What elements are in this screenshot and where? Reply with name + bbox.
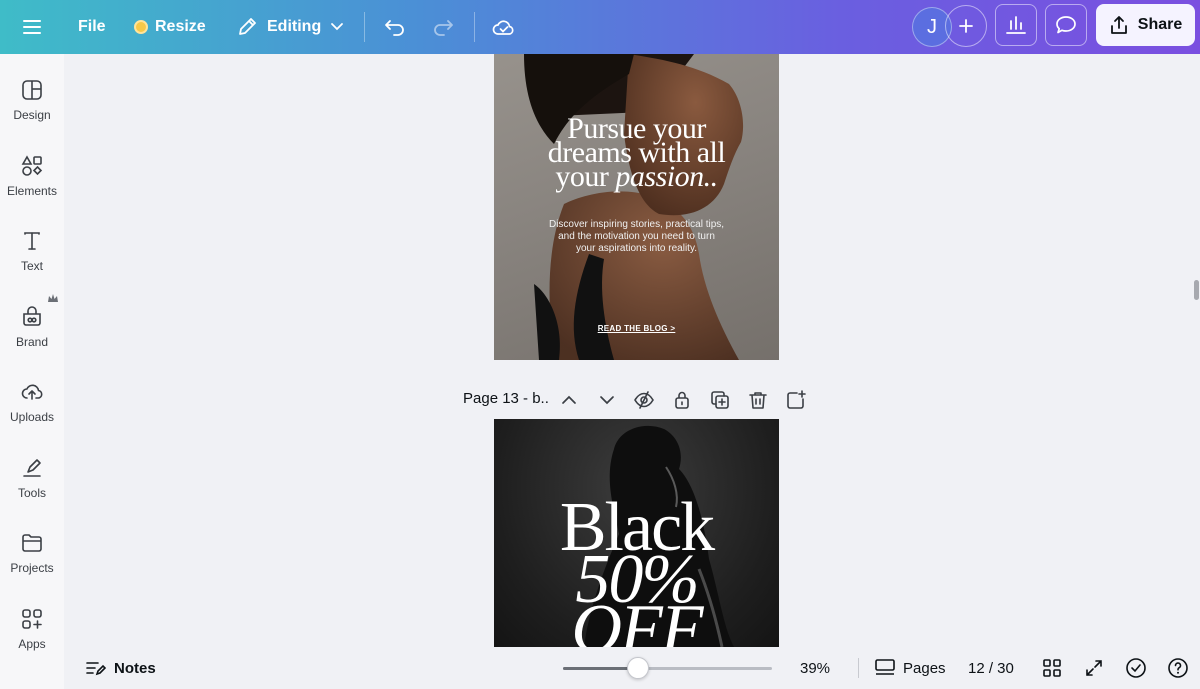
cloud-check-icon (492, 20, 514, 35)
bottom-divider (858, 658, 859, 678)
move-page-down-button[interactable] (596, 386, 618, 414)
text-icon (24, 232, 40, 250)
sidebar-item-label: Elements (6, 184, 58, 198)
menu-button[interactable] (22, 0, 42, 54)
subtext-line-3: your aspirations into reality. (576, 243, 697, 254)
notes-button[interactable]: Notes (86, 647, 156, 689)
avatar-initial: J (927, 15, 937, 38)
design-page-12[interactable]: Pursue your dreams with all your passion… (494, 54, 779, 360)
projects-icon (22, 534, 42, 552)
sidebar-item-brand[interactable]: Brand (0, 293, 64, 363)
toolbar-divider (474, 12, 475, 42)
headline-line-3: your passion.. (494, 162, 779, 192)
sidebar-item-projects[interactable]: Projects (0, 519, 64, 589)
resize-button[interactable]: Resize (134, 0, 206, 54)
hamburger-icon (23, 20, 41, 34)
check-button[interactable] (1125, 647, 1147, 689)
subtext-line-1: Discover inspiring stories, practical ti… (548, 219, 725, 230)
chevron-down-icon (331, 23, 344, 31)
undo-button[interactable] (383, 0, 407, 54)
grid-view-button[interactable] (1042, 647, 1062, 689)
redo-button[interactable] (431, 0, 455, 54)
editing-label: Editing (267, 18, 322, 35)
crown-icon (48, 294, 58, 302)
undo-icon (385, 20, 404, 36)
headline-word-passion: passion.. (615, 160, 718, 193)
sidebar-item-tools[interactable]: Tools (0, 444, 64, 514)
sidebar-item-label: Brand (15, 335, 49, 349)
redo-icon (434, 20, 453, 36)
sidebar-item-label: Apps (18, 637, 46, 651)
notes-label: Notes (114, 659, 156, 677)
pages-label: Pages (903, 659, 946, 677)
chevron-down-icon (600, 396, 614, 405)
sidebar-item-apps[interactable]: Apps (0, 595, 64, 665)
grid-icon (1043, 659, 1061, 677)
sidebar-item-uploads[interactable]: Uploads (0, 368, 64, 438)
lock-page-button[interactable] (671, 386, 693, 414)
comment-icon (1056, 16, 1076, 34)
fullscreen-button[interactable] (1084, 647, 1104, 689)
comments-button[interactable] (1045, 4, 1087, 46)
check-circle-icon (1126, 658, 1146, 678)
file-menu-button[interactable]: File (78, 0, 106, 54)
delete-page-button[interactable] (747, 386, 769, 414)
read-the-blog-link: READ THE BLOG > (597, 324, 676, 333)
plus-icon (959, 19, 973, 33)
editing-mode-dropdown[interactable]: Editing (236, 0, 344, 54)
add-page-icon (787, 390, 806, 409)
share-button[interactable]: Share (1096, 4, 1195, 46)
move-page-up-button[interactable] (558, 386, 580, 414)
apps-icon (22, 609, 42, 629)
design-icon (22, 80, 42, 100)
duplicate-page-button[interactable] (709, 386, 731, 414)
notes-icon (86, 662, 106, 676)
tools-icon (23, 459, 41, 477)
brand-icon (23, 306, 41, 326)
sidebar-item-text[interactable]: Text (0, 217, 64, 287)
sidebar-item-design[interactable]: Design (0, 66, 64, 136)
woman-portrait-photo (524, 54, 744, 360)
page-counter[interactable]: 12 / 30 (968, 647, 1014, 689)
lock-icon (675, 391, 689, 409)
expand-icon (1086, 660, 1102, 676)
chevron-up-icon (562, 395, 576, 404)
toolbar-divider (364, 12, 365, 42)
sidebar-item-label: Text (20, 259, 43, 273)
subtext-line-2: and the motivation you need to turn (558, 231, 715, 242)
duplicate-icon (711, 391, 729, 409)
resize-label: Resize (155, 18, 206, 35)
vertical-scrollbar-thumb[interactable] (1194, 280, 1199, 300)
add-collaborator-button[interactable] (945, 5, 987, 47)
bar-chart-icon (1006, 16, 1026, 34)
help-button[interactable] (1167, 647, 1189, 689)
sidebar-item-label: Tools (17, 486, 46, 500)
save-status-button[interactable] (492, 0, 516, 54)
pages-button[interactable]: Pages (875, 647, 946, 689)
sidebar-item-elements[interactable]: Elements (0, 142, 64, 212)
share-label: Share (1137, 16, 1183, 33)
headline-word-your: your (555, 160, 609, 193)
trash-icon (749, 392, 767, 409)
eye-slash-icon (634, 391, 654, 409)
page-title[interactable]: Page 13 - b.. (463, 390, 549, 407)
design-page-13[interactable]: Black 50% OFF (494, 419, 779, 647)
pencil-icon (239, 18, 256, 35)
insights-button[interactable] (995, 4, 1037, 46)
help-icon (1168, 658, 1188, 678)
zoom-level[interactable]: 39% (800, 647, 830, 689)
sidebar-item-label: Design (13, 108, 51, 122)
share-upload-icon (1110, 16, 1127, 34)
elements-icon (21, 155, 43, 176)
crown-badge-icon (134, 20, 148, 34)
black-friday-text-line-3: OFF (571, 591, 703, 648)
hide-page-button[interactable] (633, 386, 655, 414)
pages-icon (875, 659, 895, 675)
zoom-slider-track[interactable] (563, 667, 772, 670)
sidebar-item-label: Projects (10, 561, 54, 575)
uploads-icon (21, 384, 43, 400)
sidebar-item-label: Uploads (9, 410, 55, 424)
add-page-button[interactable] (785, 386, 807, 414)
